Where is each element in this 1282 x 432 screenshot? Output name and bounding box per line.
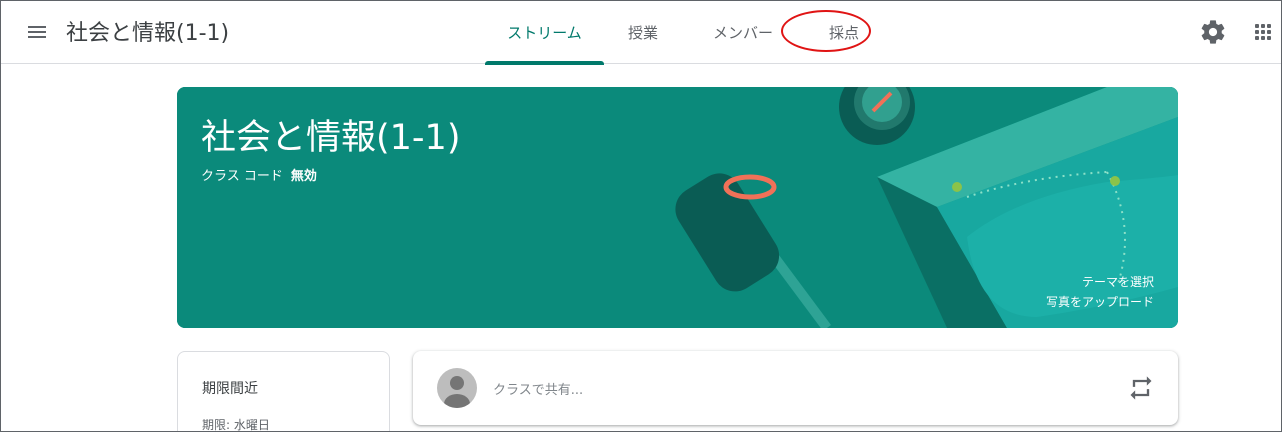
tab-stream[interactable]: ストリーム [485, 1, 604, 65]
avatar-icon [437, 368, 477, 408]
top-app-bar: 社会と情報(1-1) ストリーム 授業 メンバー 採点 [1, 1, 1281, 65]
share-with-class-box[interactable]: クラスで共有... [413, 351, 1178, 425]
tab-classwork[interactable]: 授業 [604, 1, 682, 64]
tab-grades[interactable]: 採点 [804, 1, 884, 64]
banner-class-title[interactable]: 社会と情報(1-1) [201, 109, 460, 160]
share-placeholder: クラスで共有... [493, 383, 584, 398]
gear-icon[interactable] [1199, 18, 1227, 46]
upcoming-title: 期限間近 [202, 381, 258, 397]
class-banner: 社会と情報(1-1) クラス コード 無効 テーマを選択 写真をアップロード [177, 87, 1178, 328]
class-title[interactable]: 社会と情報(1-1) [66, 15, 229, 47]
class-code-value: 無効 [290, 169, 317, 184]
classroom-window: 社会と情報(1-1) ストリーム 授業 メンバー 採点 社会と情報(1-1) ク… [0, 0, 1282, 432]
class-code-label: クラス コード [201, 169, 283, 184]
tab-members[interactable]: メンバー [682, 1, 804, 64]
upcoming-due-text: 期限: 水曜日 [202, 418, 270, 432]
class-code: クラス コード 無効 [201, 165, 317, 184]
menu-icon[interactable] [23, 18, 51, 46]
upcoming-card: 期限間近 期限: 水曜日 [177, 351, 390, 432]
tab-bar: ストリーム 授業 メンバー 採点 [485, 1, 884, 65]
repost-icon[interactable] [1127, 374, 1155, 402]
select-theme-link[interactable]: テーマを選択 [1082, 273, 1154, 290]
upload-photo-link[interactable]: 写真をアップロード [1046, 293, 1154, 310]
apps-grid-icon[interactable] [1249, 18, 1277, 46]
